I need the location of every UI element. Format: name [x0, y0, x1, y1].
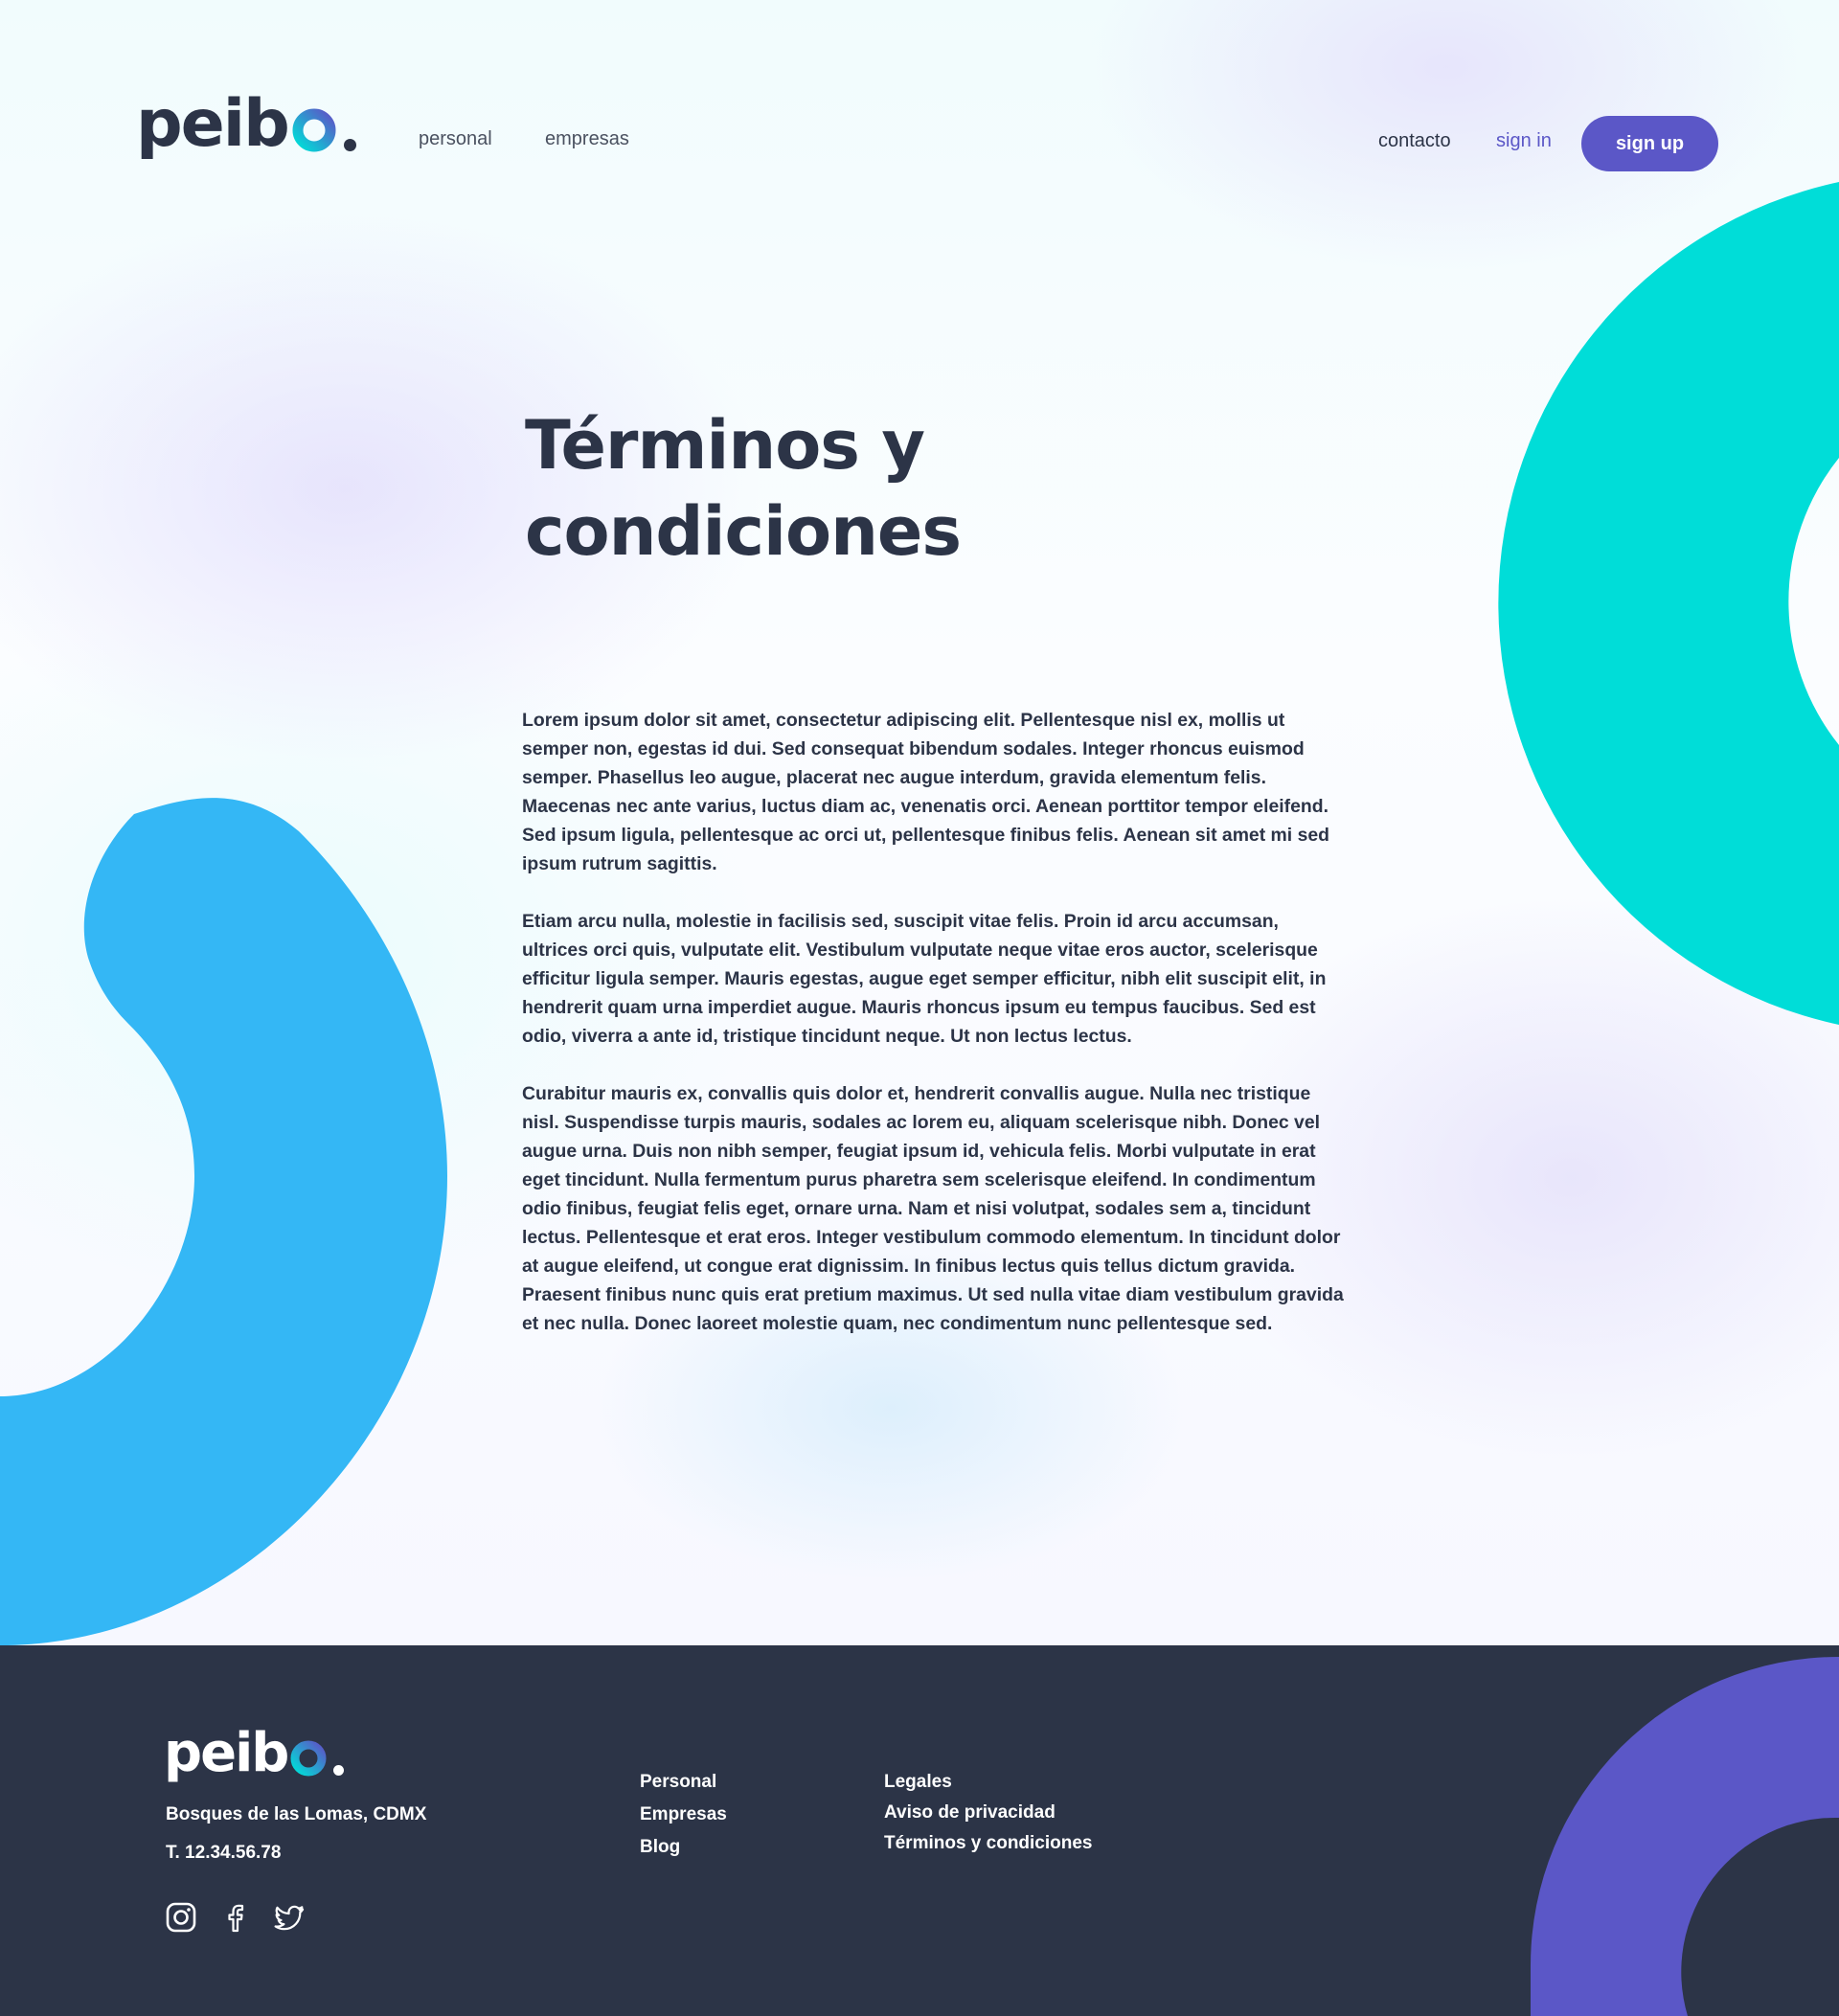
terms-paragraph: Lorem ipsum dolor sit amet, consectetur … — [522, 710, 1329, 874]
footer-link-empresas[interactable]: Empresas — [640, 1804, 727, 1825]
nav-empresas-link[interactable]: empresas — [545, 128, 629, 150]
terms-body: Lorem ipsum dolor sit amet, consectetur … — [522, 706, 1346, 1367]
page-title: Términos y condiciones — [525, 402, 1195, 575]
footer-peibo-logo[interactable]: peib — [164, 1722, 345, 1784]
page-title-line-2: condiciones — [525, 492, 962, 571]
logo-wordmark: peib — [136, 86, 290, 162]
footer-logo-dot — [333, 1765, 345, 1776]
footer-link-aviso-privacidad[interactable]: Aviso de privacidad — [884, 1802, 1056, 1823]
logo-ring-icon — [292, 108, 336, 152]
sign-in-link[interactable]: sign in — [1496, 130, 1552, 152]
terms-paragraph: Etiam arcu nulla, molestie in facilisis … — [522, 911, 1327, 1047]
footer: peib — [0, 1645, 1839, 2016]
blue-arc-shape — [0, 798, 447, 1645]
footer-logo-ring-icon — [290, 1740, 327, 1777]
sign-up-button[interactable]: sign up — [1581, 116, 1718, 171]
footer-purple-ring-shape — [1531, 1657, 1839, 2016]
footer-address: Bosques de las Lomas, CDMX — [166, 1804, 427, 1824]
purple-ring-shape — [1531, 1657, 1839, 2016]
footer-link-blog[interactable]: Blog — [640, 1837, 680, 1858]
footer-link-terminos[interactable]: Términos y condiciones — [884, 1833, 1093, 1854]
facebook-icon[interactable] — [218, 1901, 251, 1934]
terms-paragraph: Curabitur mauris ex, convallis quis dolo… — [522, 1083, 1344, 1334]
peibo-logo[interactable]: peib — [136, 92, 356, 157]
footer-link-personal[interactable]: Personal — [640, 1772, 716, 1793]
twitter-icon[interactable] — [273, 1901, 306, 1934]
footer-link-legales[interactable]: Legales — [884, 1772, 952, 1793]
nav-personal-link[interactable]: personal — [419, 128, 492, 150]
turquoise-ring-shape — [1498, 182, 1839, 1025]
footer-phone: T. 12.34.56.78 — [166, 1843, 282, 1863]
footer-logo-wordmark: peib — [164, 1722, 289, 1784]
instagram-icon[interactable] — [165, 1901, 197, 1934]
logo-dot — [343, 139, 356, 151]
nav-contacto-link[interactable]: contacto — [1378, 130, 1451, 152]
page-title-line-1: Términos y — [525, 406, 925, 485]
